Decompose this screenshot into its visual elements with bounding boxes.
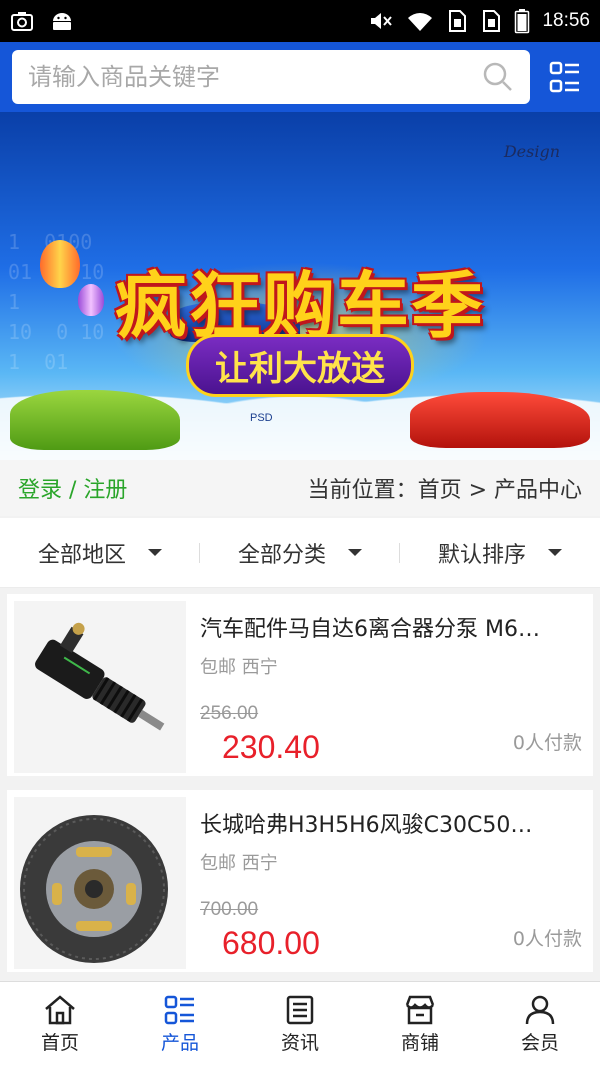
product-card[interactable]: 汽车配件马自达6离合器分泵 M6… 包邮 西宁 256.00 230.40 0人…	[7, 594, 593, 776]
user-icon	[525, 995, 555, 1025]
product-image[interactable]	[14, 797, 186, 969]
category-menu-button[interactable]	[542, 54, 588, 100]
tab-store[interactable]: 商铺	[360, 982, 480, 1067]
sales-count: 0人付款	[512, 928, 582, 950]
home-icon	[45, 995, 75, 1025]
battery-icon	[515, 9, 530, 34]
tab-news-label: 资讯	[280, 1032, 319, 1054]
mute-icon	[371, 13, 393, 29]
tab-member-label: 会员	[520, 1032, 559, 1054]
clock: 18:56	[542, 10, 590, 31]
filter-region-label: 全部地区	[37, 542, 126, 568]
wifi-icon	[408, 13, 433, 31]
sales-count: 0人付款	[512, 732, 582, 754]
android-icon	[53, 13, 71, 30]
search-input[interactable]	[28, 63, 482, 91]
sim1-icon	[449, 10, 467, 32]
bottom-tab-bar: 首页 产品 资讯 商铺 会员	[0, 981, 600, 1067]
banner-subtitle: 让利大放送	[0, 334, 600, 397]
search-box[interactable]	[12, 50, 530, 104]
tab-products[interactable]: 产品	[120, 982, 240, 1067]
filter-bar: 全部地区 全部分类 默认排序	[0, 518, 600, 588]
filter-category[interactable]: 全部分类	[200, 537, 400, 569]
header	[0, 42, 600, 112]
screenshot-icon	[11, 12, 33, 31]
tab-member[interactable]: 会员	[480, 982, 600, 1067]
grid-list-icon	[164, 995, 194, 1025]
promo-banner[interactable]: 1 0100 01 0 10 1 0 10 0 10 1 01 Design 疯…	[0, 112, 600, 460]
sim2-icon	[483, 10, 501, 32]
original-price: 256.00	[200, 703, 259, 724]
tab-news[interactable]: 资讯	[240, 982, 360, 1067]
product-image[interactable]	[14, 601, 186, 773]
breadcrumb-bar: 登录 / 注册 当前位置：首页 > 产品中心	[0, 460, 600, 516]
green-car-image	[10, 390, 180, 450]
store-icon	[405, 995, 435, 1025]
banner-fine-print: PSD	[250, 412, 273, 424]
tab-home[interactable]: 首页	[0, 982, 120, 1067]
banner-corner-text: Design	[503, 142, 560, 161]
filter-sort[interactable]: 默认排序	[400, 537, 600, 569]
product-card[interactable]: 长城哈弗H3H5H6风骏C30C50… 包邮 西宁 700.00 680.00 …	[7, 790, 593, 972]
product-title[interactable]: 长城哈弗H3H5H6风骏C30C50…	[200, 807, 580, 839]
tab-home-label: 首页	[40, 1032, 79, 1054]
tab-products-label: 产品	[160, 1032, 199, 1054]
filter-category-label: 全部分类	[237, 542, 326, 568]
login-register-link[interactable]: 登录 / 注册	[18, 472, 127, 504]
product-tags: 包邮 西宁	[200, 853, 278, 874]
filter-region[interactable]: 全部地区	[0, 537, 200, 569]
status-bar: 18:56	[0, 0, 600, 42]
tab-store-label: 商铺	[400, 1032, 439, 1054]
clutch-slave-cylinder-image	[14, 601, 186, 773]
search-icon[interactable]	[482, 61, 514, 93]
banner-subtitle-text: 让利大放送	[186, 334, 414, 397]
filter-sort-label: 默认排序	[437, 542, 526, 568]
product-title[interactable]: 汽车配件马自达6离合器分泵 M6…	[200, 611, 580, 643]
caret-down-icon	[348, 549, 362, 556]
product-list: 汽车配件马自达6离合器分泵 M6… 包邮 西宁 256.00 230.40 0人…	[0, 588, 600, 972]
clutch-disc-image	[14, 797, 186, 969]
news-icon	[286, 995, 314, 1025]
grid-list-icon	[549, 61, 579, 93]
original-price: 700.00	[200, 899, 259, 920]
breadcrumb: 当前位置：首页 > 产品中心	[307, 478, 582, 503]
caret-down-icon	[548, 549, 562, 556]
caret-down-icon	[148, 549, 162, 556]
red-car-image	[410, 392, 590, 448]
product-tags: 包邮 西宁	[200, 657, 278, 678]
